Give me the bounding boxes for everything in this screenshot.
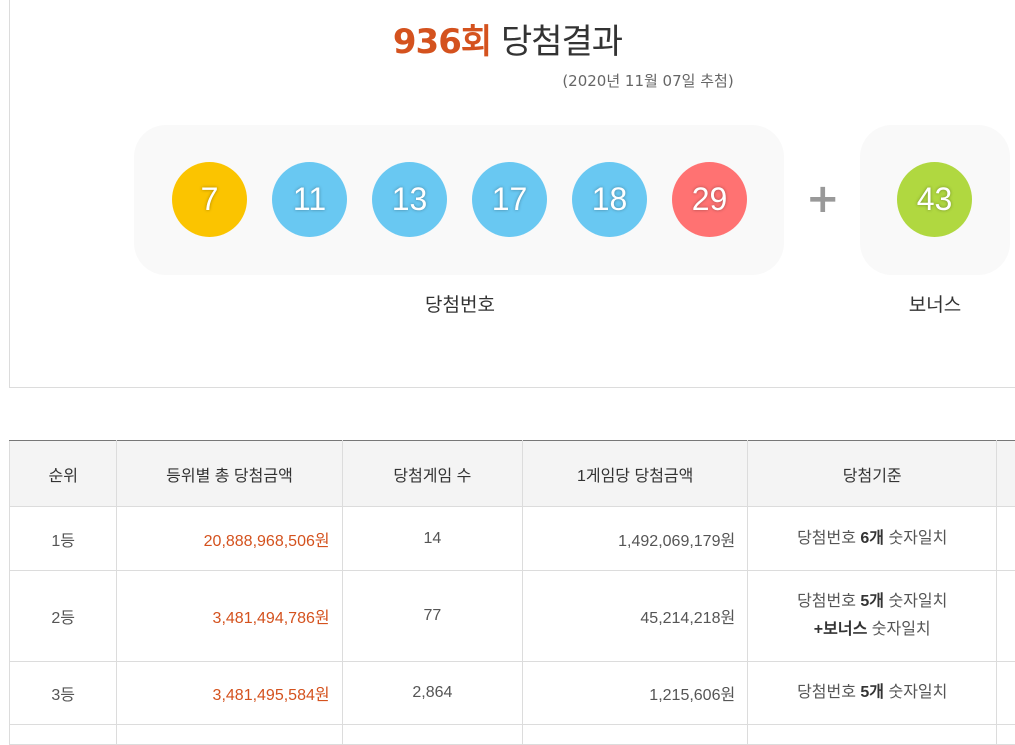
col-header-rank: 순위 [10, 441, 117, 507]
prize-per-game-cell: 1,215,606원 [523, 662, 748, 725]
rank-cell: 1등 [10, 507, 117, 571]
extra-cell [997, 571, 1015, 662]
criteria-count: 5개 [860, 593, 884, 610]
criteria-cell [748, 725, 997, 745]
bonus-caption: 보너스 [860, 290, 1010, 317]
winner-count-cell: 2,864 [342, 662, 523, 725]
prize-per-game-cell [523, 725, 748, 745]
table-header-row: 순위 등위별 총 당첨금액 당첨게임 수 1게임당 당첨금액 당첨기준 [10, 441, 1015, 507]
total-prize-cell: 3,481,495,584원 [117, 662, 342, 725]
table-row: 1등 20,888,968,506원 14 1,492,069,179원 당첨번… [10, 507, 1015, 571]
total-prize-cell: 20,888,968,506원 [117, 507, 342, 571]
winner-count-cell: 14 [342, 507, 523, 571]
rank-cell: 3등 [10, 662, 117, 725]
draw-date: (2020년 11월 07일 추첨) [0, 70, 1015, 91]
criteria-text: 숫자일치 [867, 621, 930, 638]
col-header-criteria: 당첨기준 [748, 441, 997, 507]
col-header-winner-count: 당첨게임 수 [342, 441, 523, 507]
criteria-text: 당첨번호 [797, 684, 860, 701]
criteria-cell: 당첨번호 6개 숫자일치 [748, 507, 997, 571]
table-row: 2등 3,481,494,786원 77 45,214,218원 당첨번호 5개… [10, 571, 1015, 662]
prize-table: 순위 등위별 총 당첨금액 당첨게임 수 1게임당 당첨금액 당첨기준 1등 2… [9, 440, 1015, 745]
rank-cell: 2등 [10, 571, 117, 662]
winner-count-cell [342, 725, 523, 745]
criteria-count: 6개 [860, 530, 884, 547]
title-suffix: 당첨결과 [501, 22, 622, 62]
col-header-extra [997, 441, 1015, 507]
criteria-bonus: +보너스 [814, 621, 868, 638]
col-header-total-prize: 등위별 총 당첨금액 [117, 441, 342, 507]
table-row: 3등 3,481,495,584원 2,864 1,215,606원 당첨번호 … [10, 662, 1015, 725]
page-title: 936회 당첨결과 [0, 14, 1015, 63]
rank-cell [10, 725, 117, 745]
criteria-cell: 당첨번호 5개 숫자일치 [748, 662, 997, 725]
winning-ball-3: 13 [372, 162, 447, 237]
winning-ball-5: 18 [572, 162, 647, 237]
total-prize-cell: 3,481,494,786원 [117, 571, 342, 662]
criteria-text: 숫자일치 [884, 593, 947, 610]
winning-ball-6: 29 [672, 162, 747, 237]
bonus-ball: 43 [897, 162, 972, 237]
extra-cell [997, 662, 1015, 725]
criteria-count: 5개 [860, 684, 884, 701]
winning-ball-4: 17 [472, 162, 547, 237]
total-prize-cell [117, 725, 342, 745]
extra-cell [997, 725, 1015, 745]
plus-icon: + [806, 176, 840, 222]
criteria-text: 숫자일치 [884, 530, 947, 547]
winning-numbers-caption: 당첨번호 [0, 290, 920, 317]
round-number: 936회 [393, 22, 491, 62]
criteria-text: 당첨번호 [797, 593, 860, 610]
winning-ball-1: 7 [172, 162, 247, 237]
prize-per-game-cell: 45,214,218원 [523, 571, 748, 662]
winner-count-cell: 77 [342, 571, 523, 662]
col-header-prize-per-game: 1게임당 당첨금액 [523, 441, 748, 507]
criteria-text: 숫자일치 [884, 684, 947, 701]
extra-cell [997, 507, 1015, 571]
table-row [10, 725, 1015, 745]
criteria-text: 당첨번호 [797, 530, 860, 547]
winning-ball-2: 11 [272, 162, 347, 237]
criteria-cell: 당첨번호 5개 숫자일치 +보너스 숫자일치 [748, 571, 997, 662]
prize-per-game-cell: 1,492,069,179원 [523, 507, 748, 571]
